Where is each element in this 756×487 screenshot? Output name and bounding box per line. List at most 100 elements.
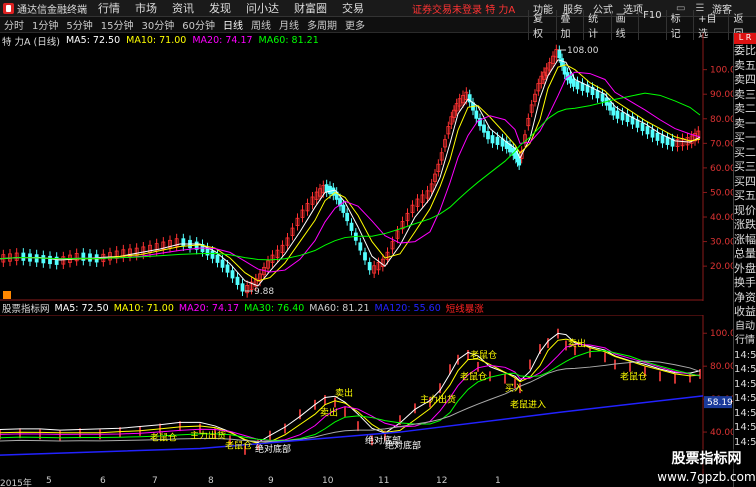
panel-row[interactable]: 买三	[734, 160, 756, 175]
panel-row[interactable]: 净资	[734, 291, 756, 306]
period-30min[interactable]: 30分钟	[141, 17, 174, 32]
indicator-chart[interactable]: 100.080.0060.0040.0058.19卖出老鼠仓卖出老鼠仓卖出主力出…	[0, 315, 733, 476]
candle-body	[21, 252, 26, 261]
panel-row[interactable]: 涨幅	[734, 233, 756, 248]
panel-row[interactable]: 委比	[734, 44, 756, 59]
panel-row[interactable]: 买二	[734, 146, 756, 161]
ind-legend-ma120: MA120: 55.60	[374, 302, 441, 314]
panel-row[interactable]: 14:5	[734, 436, 756, 451]
candle-body	[595, 90, 600, 99]
ind-signal-label: 卖出	[335, 387, 353, 399]
menu-item-ask[interactable]: 问小达	[246, 0, 279, 16]
menu-item-market[interactable]: 行情	[98, 0, 120, 16]
candle-body	[482, 124, 486, 133]
candle-body	[660, 135, 665, 144]
candle-body	[181, 238, 186, 247]
menu-item-wealth[interactable]: 财富圈	[294, 0, 327, 16]
panel-row[interactable]: 14:5	[734, 363, 756, 378]
panel-row[interactable]: 卖五	[734, 59, 756, 74]
ind-signal-label: 卖出	[320, 407, 338, 419]
ind-legend-ma5: MA5: 72.50	[54, 302, 109, 314]
period-toolbar: 分时 1分钟 5分钟 15分钟 30分钟 60分钟 日线 周线 月线 多周期 更…	[0, 9, 756, 40]
x-tick-label: 5	[46, 476, 52, 486]
ind-legend-ma10: MA10: 71.00	[113, 302, 174, 314]
candle-body	[557, 50, 562, 59]
period-60min[interactable]: 60分钟	[182, 17, 215, 32]
panel-row[interactable]: 14:5	[734, 392, 756, 407]
x-tick-label: 8	[208, 476, 214, 486]
panel-row[interactable]: 收益	[734, 305, 756, 320]
x-tick-label: 2015年	[0, 479, 32, 487]
candle-body	[240, 283, 245, 292]
price-tick-label: 40.00	[710, 213, 733, 223]
menu-item-news[interactable]: 资讯	[172, 0, 194, 16]
panel-header[interactable]: L R	[734, 33, 756, 44]
panel-row[interactable]: 卖二	[734, 102, 756, 117]
ind-legend-ma30: MA30: 76.40	[244, 302, 305, 314]
candle-body	[640, 122, 645, 132]
menu-item-discover[interactable]: 发现	[209, 0, 231, 16]
event-marker-icon	[3, 291, 11, 299]
panel-row[interactable]: 自动	[734, 320, 756, 335]
main-menu: 行情 市场 资讯 发现 问小达 财富圈 交易	[98, 0, 379, 16]
panel-row[interactable]: 外盘	[734, 262, 756, 277]
indicator-legend: 股票指标网 MA5: 72.50 MA10: 71.00 MA20: 74.17…	[0, 301, 489, 316]
period-multi[interactable]: 多周期	[307, 17, 337, 32]
ind-signal-label: 老鼠仓	[225, 440, 252, 452]
panel-row[interactable]: 总量	[734, 247, 756, 262]
high-annotation: 108.00	[567, 46, 599, 56]
x-axis: 2015年 5 6 7 8 9 10 11 12 1	[0, 476, 733, 487]
period-5min[interactable]: 5分钟	[66, 17, 92, 32]
ind-signal-label: 老鼠进入	[510, 398, 546, 410]
candle-body	[655, 132, 660, 141]
candle-body	[611, 107, 616, 116]
panel-row[interactable]: 买一	[734, 131, 756, 146]
panel-row[interactable]: 14:5	[734, 378, 756, 393]
period-daily[interactable]: 日线	[223, 17, 243, 32]
candle-body	[665, 136, 670, 145]
panel-row[interactable]: 现价	[734, 204, 756, 219]
ind-signal-label: 绝对底部	[385, 440, 421, 452]
candle-body	[324, 184, 329, 193]
panel-row[interactable]: 14:5	[734, 421, 756, 436]
candle-body	[600, 93, 605, 102]
panel-row[interactable]: 换手	[734, 276, 756, 291]
logo-icon	[3, 2, 14, 14]
ind-signal-label: 卖出	[568, 337, 586, 349]
candle-body	[486, 131, 490, 140]
ind-axis: 100.080.0060.0040.00	[703, 329, 733, 438]
panel-row[interactable]: 买五	[734, 189, 756, 204]
ma20-line	[0, 71, 701, 273]
panel-row[interactable]: 卖四	[734, 73, 756, 88]
trade-login-status[interactable]: 证券交易未登录 特 力A	[412, 1, 515, 16]
period-weekly[interactable]: 周线	[251, 17, 271, 32]
menu-item-trade[interactable]: 交易	[342, 0, 364, 16]
ind-signal-label: 老鼠仓	[150, 431, 177, 443]
period-1min[interactable]: 1分钟	[32, 17, 58, 32]
panel-row[interactable]: 买四	[734, 175, 756, 190]
candle-body	[645, 126, 650, 135]
candle-body	[220, 259, 225, 268]
panel-row[interactable]: 卖三	[734, 88, 756, 103]
ind-signal-label: 老鼠仓	[470, 349, 497, 361]
ind-signal-label: 老鼠仓	[620, 370, 647, 382]
price-tick-label: 80.00	[710, 115, 733, 125]
period-tick[interactable]: 分时	[4, 17, 24, 32]
ind-tick-label: 40.00	[710, 428, 733, 438]
panel-row[interactable]: 行情	[734, 334, 756, 349]
panel-row[interactable]: 卖一	[734, 117, 756, 132]
panel-row[interactable]: 14:5	[734, 349, 756, 364]
watermark-url: www.7gpzb.com	[657, 470, 756, 484]
period-15min[interactable]: 15分钟	[101, 17, 134, 32]
x-tick-label: 10	[322, 476, 334, 486]
candle-body	[235, 276, 240, 285]
candle-body	[358, 242, 363, 251]
panel-row[interactable]: 14:5	[734, 407, 756, 422]
candle-body	[560, 58, 564, 67]
period-monthly[interactable]: 月线	[279, 17, 299, 32]
menu-item-market-center[interactable]: 市场	[135, 0, 157, 16]
panel-row[interactable]: 涨跌	[734, 218, 756, 233]
quote-side-panel: L R 委比 卖五 卖四 卖三 卖二 卖一 买一 买二 买三 买四 买五 现价 涨跌 涨幅 总量 外盘 换手 净资…	[733, 33, 756, 487]
price-chart[interactable]: 100.0 90.00 80.00 70.00 60.00 50.00 40.00 30.00…	[0, 33, 733, 301]
period-more[interactable]: 更多	[345, 17, 365, 32]
